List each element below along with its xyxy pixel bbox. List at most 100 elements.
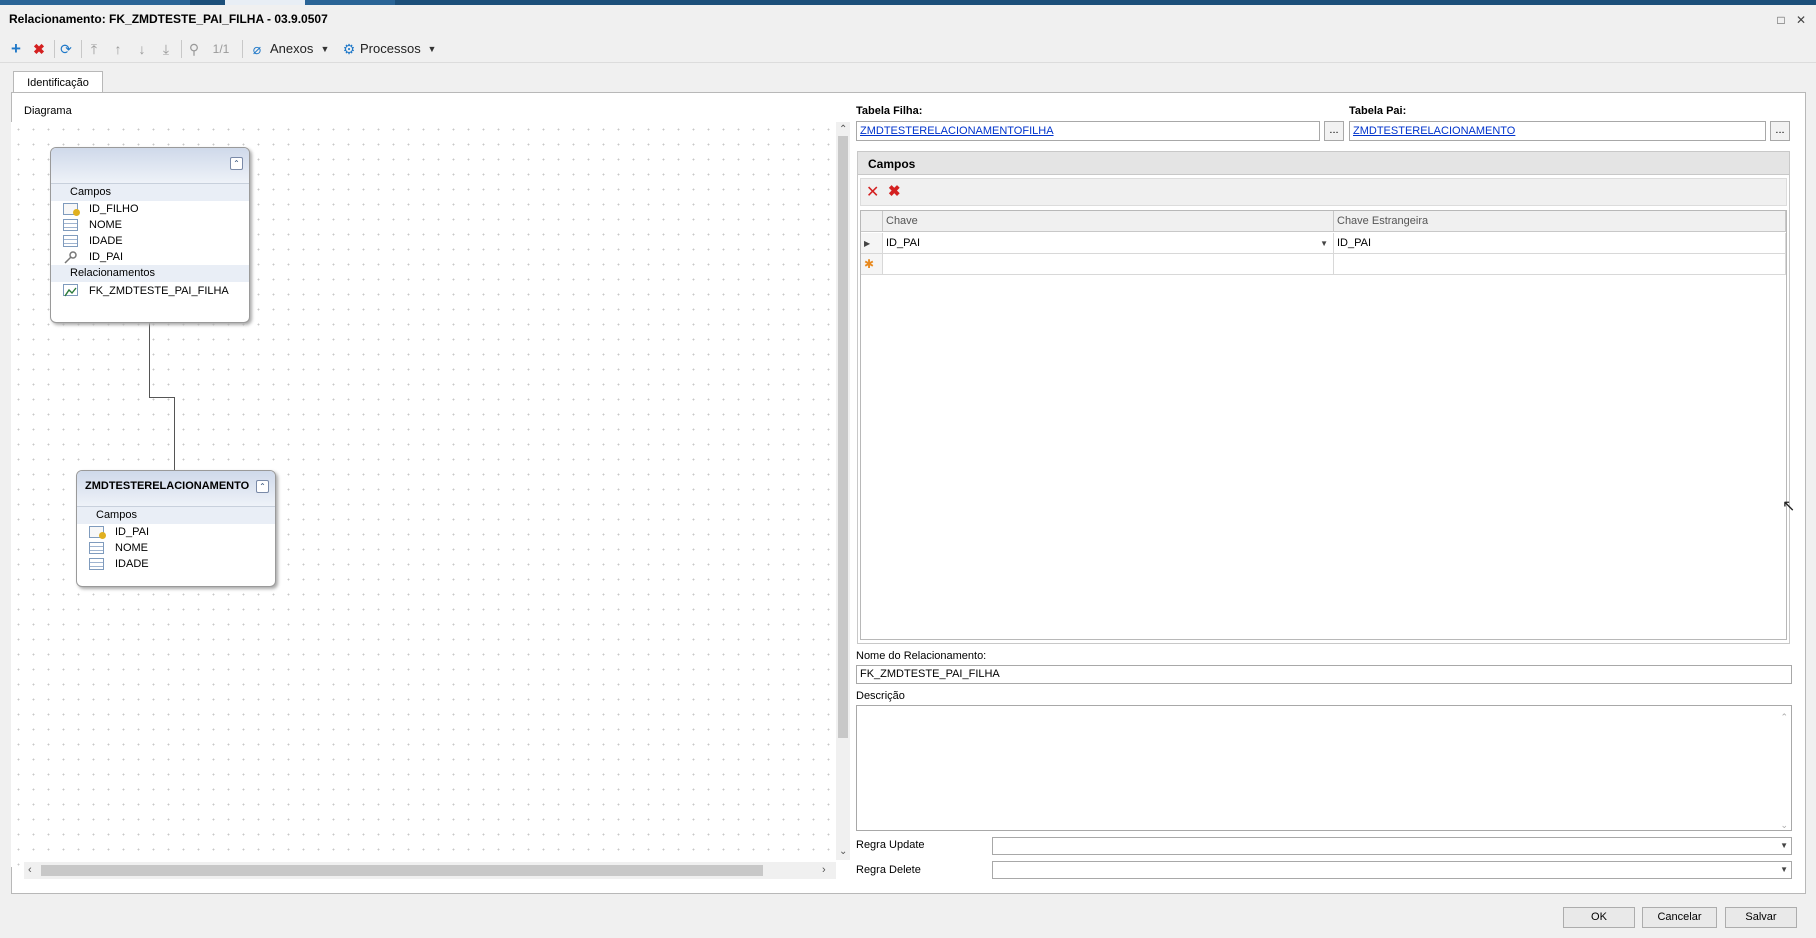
column-icon xyxy=(63,235,78,247)
diagram-horizontal-scrollbar[interactable]: ‹ › xyxy=(24,862,836,879)
toolbar-separator xyxy=(81,40,82,58)
save-button[interactable]: Salvar xyxy=(1725,907,1797,928)
entity-relation[interactable]: FK_ZMDTESTE_PAI_FILHA xyxy=(51,282,249,300)
new-row-chave-estrangeira[interactable] xyxy=(1334,254,1786,275)
update-rule-label: Regra Update xyxy=(856,839,925,851)
next-record-icon[interactable]: ↓ xyxy=(134,39,150,59)
chevron-down-icon[interactable]: ▼ xyxy=(426,39,438,59)
scroll-left-icon[interactable]: ‹ xyxy=(28,864,32,876)
scrollbar-thumb[interactable] xyxy=(838,136,848,738)
parent-table-link[interactable]: ZMDTESTERELACIONAMENTO xyxy=(1353,125,1515,137)
table-row-chave-estrangeira[interactable]: ID_PAI xyxy=(1334,233,1786,254)
diagram-vertical-scrollbar[interactable]: ⌃ ⌄ xyxy=(836,122,850,860)
column-icon xyxy=(89,558,104,570)
entity-field[interactable]: ID_PAI xyxy=(77,524,275,540)
row-selector-icon[interactable]: ▶ xyxy=(861,233,883,254)
ok-button[interactable]: OK xyxy=(1563,907,1635,928)
entity-field[interactable]: NOME xyxy=(77,540,275,556)
remove-all-rows-icon[interactable]: ✖ xyxy=(888,182,901,200)
field-name: ID_FILHO xyxy=(89,203,139,215)
scroll-down-icon[interactable]: ⌄ xyxy=(1780,816,1788,834)
chevron-down-icon[interactable]: ▼ xyxy=(1780,865,1788,874)
processos-menu[interactable]: Processos xyxy=(360,39,426,59)
cancel-button[interactable]: Cancelar xyxy=(1642,907,1717,928)
relation-name: FK_ZMDTESTE_PAI_FILHA xyxy=(89,285,229,297)
scroll-up-icon[interactable]: ⌃ xyxy=(839,124,847,135)
campos-grid[interactable]: Chave Chave Estrangeira ▶ ID_PAI ▼ ID_PA… xyxy=(860,210,1787,640)
delete-rule-value xyxy=(993,864,996,876)
entity-section-campos: Campos xyxy=(51,184,249,201)
collapse-icon[interactable]: ⌃ xyxy=(230,157,243,170)
scroll-right-icon[interactable]: › xyxy=(822,864,826,876)
entity-section-relacionamentos: Relacionamentos xyxy=(51,265,249,282)
scroll-up-icon[interactable]: ⌃ xyxy=(1780,708,1788,726)
entity-field[interactable]: NOME xyxy=(51,217,249,233)
entity-header: ZMDTESTERELACIONAMENTO ⌃ xyxy=(77,471,275,507)
column-icon xyxy=(89,542,104,554)
connector-line xyxy=(174,397,175,472)
entity-field[interactable]: ID_PAI xyxy=(51,249,249,265)
gear-icon: ⚙ xyxy=(342,41,356,57)
child-table-field[interactable]: ZMDTESTERELACIONAMENTOFILHA xyxy=(856,121,1320,141)
cell-chave-estrangeira: ID_PAI xyxy=(1337,237,1372,249)
primary-key-icon xyxy=(63,203,80,216)
maximize-button[interactable]: □ xyxy=(1774,13,1788,27)
toolbar: + ✖ ⟳ ⤒ ↑ ↓ ⤓ ⚲ 1/1 ⌀ Anexos ▼ ⚙ Process… xyxy=(0,35,1816,63)
primary-key-icon xyxy=(89,526,106,539)
child-table-browse-button[interactable]: ... xyxy=(1324,121,1344,141)
title-bar: Relacionamento: FK_ZMDTESTE_PAI_FILHA - … xyxy=(0,5,1816,35)
tab-identificacao[interactable]: Identificação xyxy=(13,71,103,94)
tab-bar: Identificação xyxy=(0,63,1816,94)
entity-child-table[interactable]: ⌃ Campos ID_FILHO NOME IDADE ID_PAI Rela… xyxy=(50,147,250,323)
entity-field[interactable]: IDADE xyxy=(77,556,275,572)
delete-rule-select[interactable]: ▼ xyxy=(992,861,1792,879)
window-title: Relacionamento: FK_ZMDTESTE_PAI_FILHA - … xyxy=(9,12,328,26)
remove-row-icon[interactable]: ✕ xyxy=(866,182,879,202)
chevron-down-icon[interactable]: ▼ xyxy=(319,39,331,59)
scroll-down-icon[interactable]: ⌄ xyxy=(839,846,847,857)
refresh-icon[interactable]: ⟳ xyxy=(58,39,74,59)
entity-header: ⌃ xyxy=(51,148,249,184)
diagram-canvas[interactable]: ⌃ Campos ID_FILHO NOME IDADE ID_PAI Rela… xyxy=(11,122,836,867)
search-icon[interactable]: ⚲ xyxy=(186,39,202,59)
connector-line xyxy=(149,397,175,398)
entity-section-campos: Campos xyxy=(77,507,275,524)
parent-table-field[interactable]: ZMDTESTERELACIONAMENTO xyxy=(1349,121,1766,141)
anexos-menu[interactable]: Anexos xyxy=(270,39,318,59)
entity-title: ZMDTESTERELACIONAMENTO xyxy=(85,480,250,492)
parent-table-browse-button[interactable]: ... xyxy=(1770,121,1790,141)
scrollbar-thumb[interactable] xyxy=(41,865,763,876)
field-name: ID_PAI xyxy=(115,526,150,538)
update-rule-select[interactable]: ▼ xyxy=(992,837,1792,855)
table-row-chave[interactable]: ID_PAI ▼ xyxy=(883,233,1334,254)
parent-table-label: Tabela Pai: xyxy=(1349,105,1407,117)
toolbar-separator xyxy=(54,40,55,58)
campos-toolbar: ✕ ✖ xyxy=(860,178,1787,206)
chevron-down-icon[interactable]: ▼ xyxy=(1780,841,1788,850)
last-record-icon[interactable]: ⤓ xyxy=(158,39,174,59)
child-table-link[interactable]: ZMDTESTERELACIONAMENTOFILHA xyxy=(860,125,1054,137)
record-counter: 1/1 xyxy=(212,42,230,56)
collapse-icon[interactable]: ⌃ xyxy=(256,480,269,493)
column-header-chave[interactable]: Chave xyxy=(883,211,1334,232)
entity-field[interactable]: IDADE xyxy=(51,233,249,249)
new-row-icon[interactable]: ✱ xyxy=(861,254,883,275)
description-textarea[interactable]: ⌃ ⌄ xyxy=(856,705,1792,831)
delete-icon[interactable]: ✖ xyxy=(31,39,47,59)
chevron-down-icon[interactable]: ▼ xyxy=(1320,233,1328,254)
previous-record-icon[interactable]: ↑ xyxy=(110,39,126,59)
first-record-icon[interactable]: ⤒ xyxy=(86,39,102,59)
entity-parent-table[interactable]: ZMDTESTERELACIONAMENTO ⌃ Campos ID_PAI N… xyxy=(76,470,276,587)
close-button[interactable]: ✕ xyxy=(1794,13,1808,27)
mouse-cursor-icon: ↖ xyxy=(1782,498,1796,515)
child-table-label: Tabela Filha: xyxy=(856,105,923,117)
foreign-key-icon xyxy=(63,251,78,264)
relationship-name-field[interactable]: FK_ZMDTESTE_PAI_FILHA xyxy=(856,665,1792,684)
column-header-chave-estrangeira[interactable]: Chave Estrangeira xyxy=(1334,211,1786,232)
description-label: Descrição xyxy=(856,690,905,702)
field-name: NOME xyxy=(115,542,148,554)
entity-field[interactable]: ID_FILHO xyxy=(51,201,249,217)
add-icon[interactable]: + xyxy=(8,39,24,59)
new-row-chave[interactable] xyxy=(883,254,1334,275)
column-icon xyxy=(63,219,78,231)
